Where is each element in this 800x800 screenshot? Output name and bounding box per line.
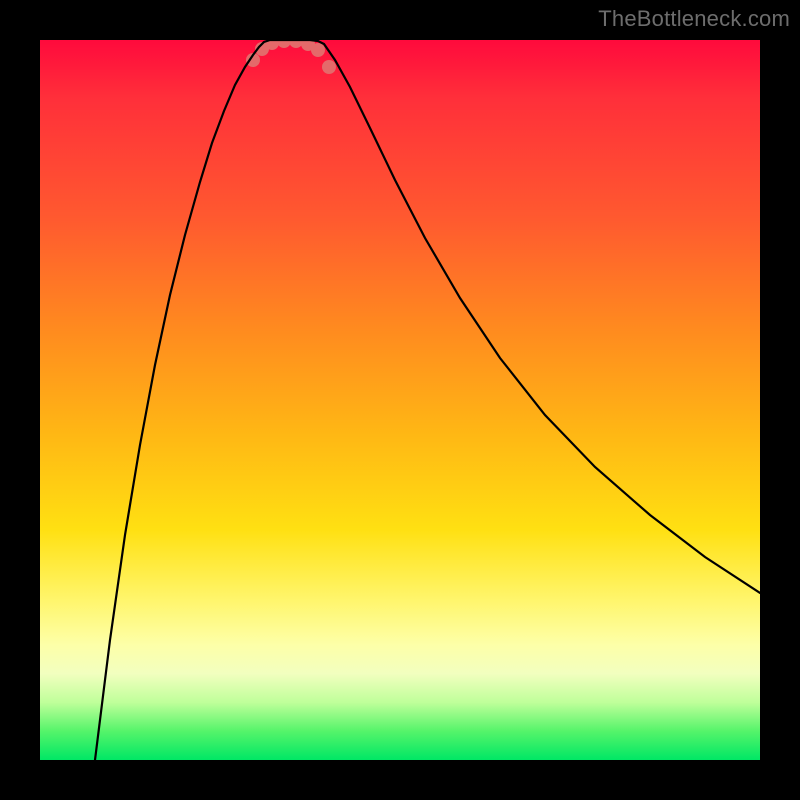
valley-marker	[322, 60, 336, 74]
bottleneck-curve	[95, 40, 760, 760]
valley-marker	[289, 40, 303, 48]
valley-marker	[277, 40, 291, 48]
valley-marker	[311, 43, 325, 57]
plot-area	[40, 40, 760, 760]
chart-frame: TheBottleneck.com	[0, 0, 800, 800]
bottleneck-curve-svg	[40, 40, 760, 760]
watermark-text: TheBottleneck.com	[598, 6, 790, 32]
